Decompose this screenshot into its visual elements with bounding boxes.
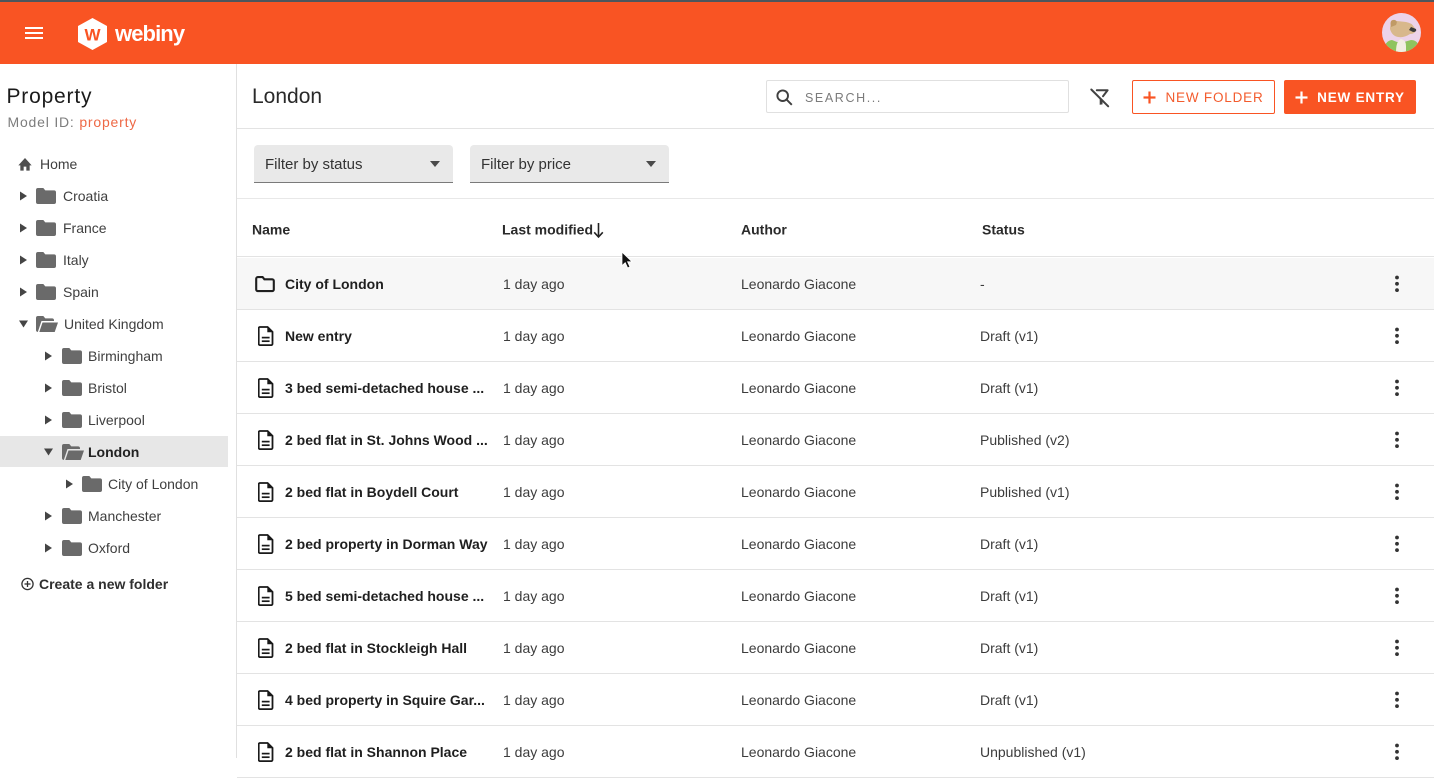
svg-text:W: W: [84, 26, 101, 45]
